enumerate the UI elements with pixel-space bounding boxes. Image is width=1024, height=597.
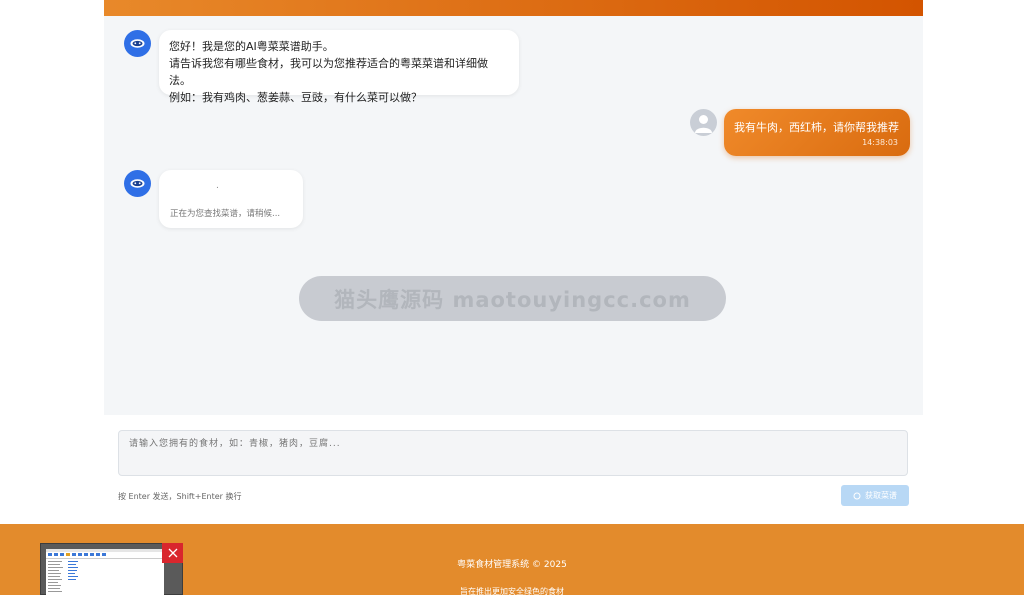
preview-content-icon xyxy=(46,549,164,592)
input-hint: 按 Enter 发送，Shift+Enter 换行 xyxy=(118,492,242,501)
bot-face-icon xyxy=(130,39,145,48)
welcome-line-3: 例如：我有鸡肉、葱姜蒜、豆豉，有什么菜可以做？ xyxy=(169,91,422,104)
loading-indicator: . xyxy=(216,181,219,191)
bot-face-icon xyxy=(130,179,145,188)
user-message: 我有牛肉，西红柿，请你帮我推荐 14:38:03 xyxy=(724,109,910,156)
close-x-icon xyxy=(168,548,177,558)
welcome-line-2: 请告诉我您有哪些食材，我可以为您推荐适合的粤菜菜谱和详细做法。 xyxy=(169,57,488,87)
user-message-time: 14:38:03 xyxy=(862,138,898,147)
bot-avatar xyxy=(124,30,151,57)
bot-loading-message: . 正在为您查找菜谱，请稍候... xyxy=(159,170,303,228)
ingredient-input-box[interactable] xyxy=(118,430,908,476)
user-person-icon xyxy=(695,115,712,133)
user-avatar xyxy=(690,109,717,136)
welcome-line-1: 您好！我是您的AI粤菜菜谱助手。 xyxy=(169,40,334,53)
ingredient-input[interactable] xyxy=(119,431,907,475)
loading-text: 正在为您查找菜谱，请稍候... xyxy=(170,209,281,219)
watermark: 猫头鹰源码 maotouyingcc.com xyxy=(299,276,726,321)
floating-preview-window[interactable] xyxy=(40,543,183,596)
get-recipe-label: 获取菜谱 xyxy=(865,491,897,500)
bot-welcome-message: 您好！我是您的AI粤菜菜谱助手。 请告诉我您有哪些食材，我可以为您推荐适合的粤菜… xyxy=(159,30,519,104)
preview-screenshot xyxy=(46,549,164,596)
user-message-text: 我有牛肉，西红柿，请你帮我推荐 xyxy=(734,121,899,134)
chat-header-bar xyxy=(104,0,923,16)
close-icon[interactable] xyxy=(162,543,183,563)
spinner-icon xyxy=(853,492,861,499)
get-recipe-button[interactable]: 获取菜谱 xyxy=(841,485,909,506)
bot-avatar xyxy=(124,170,151,197)
